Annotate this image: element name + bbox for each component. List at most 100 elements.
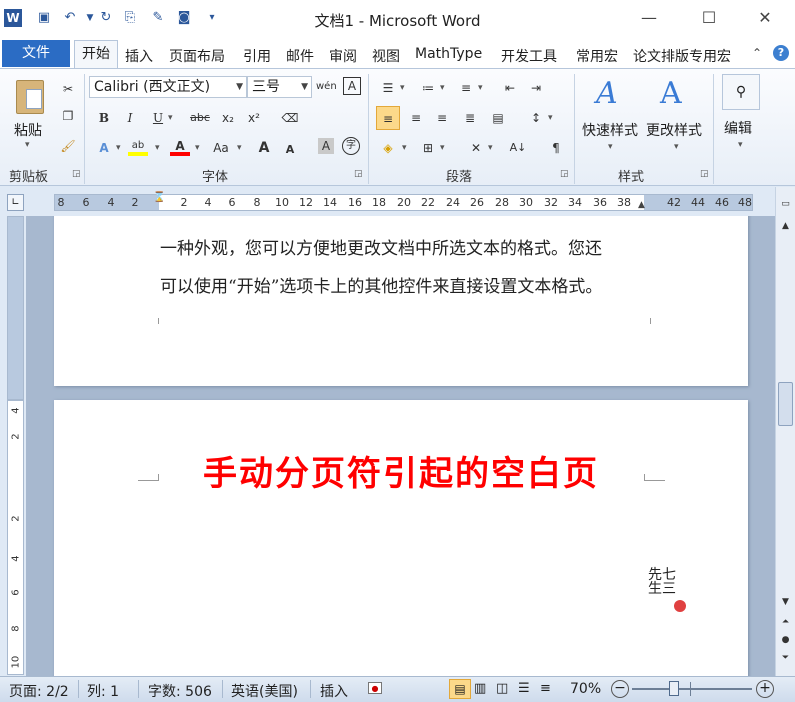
subscript-button[interactable]: x₂ [218, 108, 238, 128]
highlight-dropdown-icon[interactable]: ▾ [155, 143, 160, 153]
paste-dropdown-icon[interactable]: ▾ [25, 140, 30, 150]
change-styles-icon[interactable]: A [660, 76, 682, 111]
browse-object-icon[interactable]: ● [778, 633, 793, 647]
zoom-in-button[interactable]: + [756, 680, 774, 698]
char-border-icon[interactable]: A [343, 77, 361, 95]
text-effects-icon[interactable]: A [94, 138, 114, 158]
shading-dropdown-icon[interactable]: ▾ [402, 143, 407, 153]
strikethrough-button[interactable]: abc [186, 108, 214, 128]
align-left-button[interactable]: ≡ [376, 106, 400, 130]
quick-styles-button[interactable]: 快速样式 [582, 120, 638, 140]
distributed-button[interactable]: ▤ [488, 108, 508, 128]
help-icon[interactable]: ? [773, 45, 789, 61]
align-right-button[interactable]: ≡ [432, 108, 452, 128]
bullets-dropdown-icon[interactable]: ▾ [400, 83, 405, 93]
draft-view-icon[interactable]: ≡ [540, 681, 551, 696]
font-size-combo[interactable]: 三号 ▼ [247, 76, 312, 98]
tab-thesis-macros[interactable]: 论文排版专用宏 [633, 46, 731, 66]
highlight-color-icon[interactable]: ab [128, 136, 148, 156]
align-center-button[interactable]: ≡ [406, 108, 426, 128]
styles-launcher-icon[interactable]: ◲ [700, 169, 709, 179]
tab-insert[interactable]: 插入 [125, 46, 153, 66]
paragraph-line[interactable]: 一种外观，您可以方便地更改文档中所选文本的格式。您还 [160, 234, 602, 259]
sort-icon[interactable]: A↓ [508, 138, 528, 158]
tab-mathtype[interactable]: MathType [415, 46, 482, 62]
increase-indent-icon[interactable]: ⇥ [526, 78, 546, 98]
decrease-indent-icon[interactable]: ⇤ [500, 78, 520, 98]
numbering-dropdown-icon[interactable]: ▾ [440, 83, 445, 93]
outline-view-icon[interactable]: ☰ [518, 681, 530, 696]
zoom-slider-track[interactable] [632, 688, 752, 690]
multilevel-dropdown-icon[interactable]: ▾ [478, 83, 483, 93]
shrink-font-button[interactable]: A [280, 140, 300, 160]
page-heading[interactable]: 手动分页符引起的空白页 [54, 446, 748, 495]
page-count-status[interactable]: 页面: 2/2 [9, 681, 69, 701]
view-ruler-icon[interactable]: ▭ [778, 197, 793, 211]
text-effects-dropdown-icon[interactable]: ▾ [116, 143, 121, 153]
font-launcher-icon[interactable]: ◲ [354, 169, 363, 179]
scroll-thumb[interactable] [778, 382, 793, 426]
document-area[interactable]: 一种外观，您可以方便地更改文档中所选文本的格式。您还 可以使用“开始”选项卡上的… [26, 216, 775, 676]
word-count-status[interactable]: 字数: 506 [148, 681, 212, 701]
editing-dropdown-icon[interactable]: ▾ [738, 140, 743, 150]
quick-styles-icon[interactable]: A [596, 76, 618, 111]
change-styles-dropdown-icon[interactable]: ▾ [674, 142, 679, 152]
macro-record-icon[interactable]: ● [368, 682, 382, 694]
tab-home[interactable]: 开始 [74, 40, 118, 69]
next-page-icon[interactable]: ⏷ [778, 651, 793, 665]
insert-mode-status[interactable]: 插入 [320, 681, 348, 701]
vertical-scrollbar[interactable]: ▭ ▲ ▼ ⏶ ● ⏷ [775, 187, 795, 676]
grow-font-button[interactable]: A [254, 138, 274, 158]
justify-button[interactable]: ≣ [460, 108, 480, 128]
font-name-combo[interactable]: Calibri (西文正文) ▼ [89, 76, 247, 98]
bullets-icon[interactable]: ☰ [378, 78, 398, 98]
borders-dropdown-icon[interactable]: ▾ [440, 143, 445, 153]
language-status[interactable]: 英语(美国) [231, 681, 298, 701]
line-spacing-icon[interactable]: ↕ [526, 108, 546, 128]
font-color-dropdown-icon[interactable]: ▾ [195, 143, 200, 153]
minimize-button[interactable]: — [626, 5, 672, 31]
paragraph-line[interactable]: 可以使用“开始”选项卡上的其他控件来直接设置文本格式。 [160, 272, 602, 297]
page-1[interactable]: 一种外观，您可以方便地更改文档中所选文本的格式。您还 可以使用“开始”选项卡上的… [54, 216, 748, 386]
underline-dropdown-icon[interactable]: ▾ [168, 113, 173, 123]
column-status[interactable]: 列: 1 [87, 681, 119, 701]
clipboard-launcher-icon[interactable]: ◲ [72, 169, 81, 179]
paragraph-launcher-icon[interactable]: ◲ [560, 169, 569, 179]
italic-button[interactable]: I [120, 108, 140, 128]
borders-icon[interactable]: ⊞ [418, 138, 438, 158]
scroll-up-icon[interactable]: ▲ [778, 219, 793, 233]
previous-page-icon[interactable]: ⏶ [778, 615, 793, 629]
print-layout-view-icon[interactable]: ▤ [449, 679, 471, 699]
bold-button[interactable]: B [94, 108, 114, 128]
chinese-layout-icon[interactable]: ✕ [466, 138, 486, 158]
shading-icon[interactable]: ◈ [378, 138, 398, 158]
paste-button[interactable]: 粘贴 [14, 120, 42, 140]
tab-references[interactable]: 引用 [243, 46, 271, 66]
first-line-indent-marker[interactable]: ⌛ [153, 192, 165, 203]
tab-view[interactable]: 视图 [372, 46, 400, 66]
scroll-down-icon[interactable]: ▼ [778, 595, 793, 609]
zoom-slider-thumb[interactable] [669, 681, 679, 696]
zoom-level[interactable]: 70% [570, 681, 601, 697]
chinese-layout-dropdown-icon[interactable]: ▾ [488, 143, 493, 153]
page-2[interactable]: 手动分页符引起的空白页 先七 生三 [54, 400, 748, 676]
change-case-button[interactable]: Aa [208, 138, 234, 158]
maximize-button[interactable]: ☐ [686, 5, 732, 31]
editing-button[interactable]: 编辑 [724, 118, 752, 138]
full-screen-reading-icon[interactable]: ▥ [474, 681, 486, 696]
right-indent-marker[interactable]: ▲ [638, 200, 645, 210]
cut-icon[interactable]: ✂ [58, 79, 78, 99]
line-spacing-dropdown-icon[interactable]: ▾ [548, 113, 553, 123]
vertical-ruler[interactable]: 4 2 2 4 6 8 10 [7, 400, 24, 675]
change-case-dropdown-icon[interactable]: ▾ [237, 143, 242, 153]
tab-common-macros[interactable]: 常用宏 [576, 46, 618, 66]
tab-selector-icon[interactable]: ∟ [7, 194, 24, 211]
collapse-ribbon-icon[interactable]: ⌃ [752, 46, 762, 60]
tab-review[interactable]: 审阅 [329, 46, 357, 66]
change-styles-button[interactable]: 更改样式 [646, 120, 702, 140]
clear-formatting-icon[interactable]: ⌫ [280, 108, 300, 128]
numbering-icon[interactable]: ≔ [418, 78, 438, 98]
tab-page-layout[interactable]: 页面布局 [169, 46, 225, 66]
copy-icon[interactable]: ❐ [58, 106, 78, 126]
tab-file[interactable]: 文件 [2, 40, 70, 67]
